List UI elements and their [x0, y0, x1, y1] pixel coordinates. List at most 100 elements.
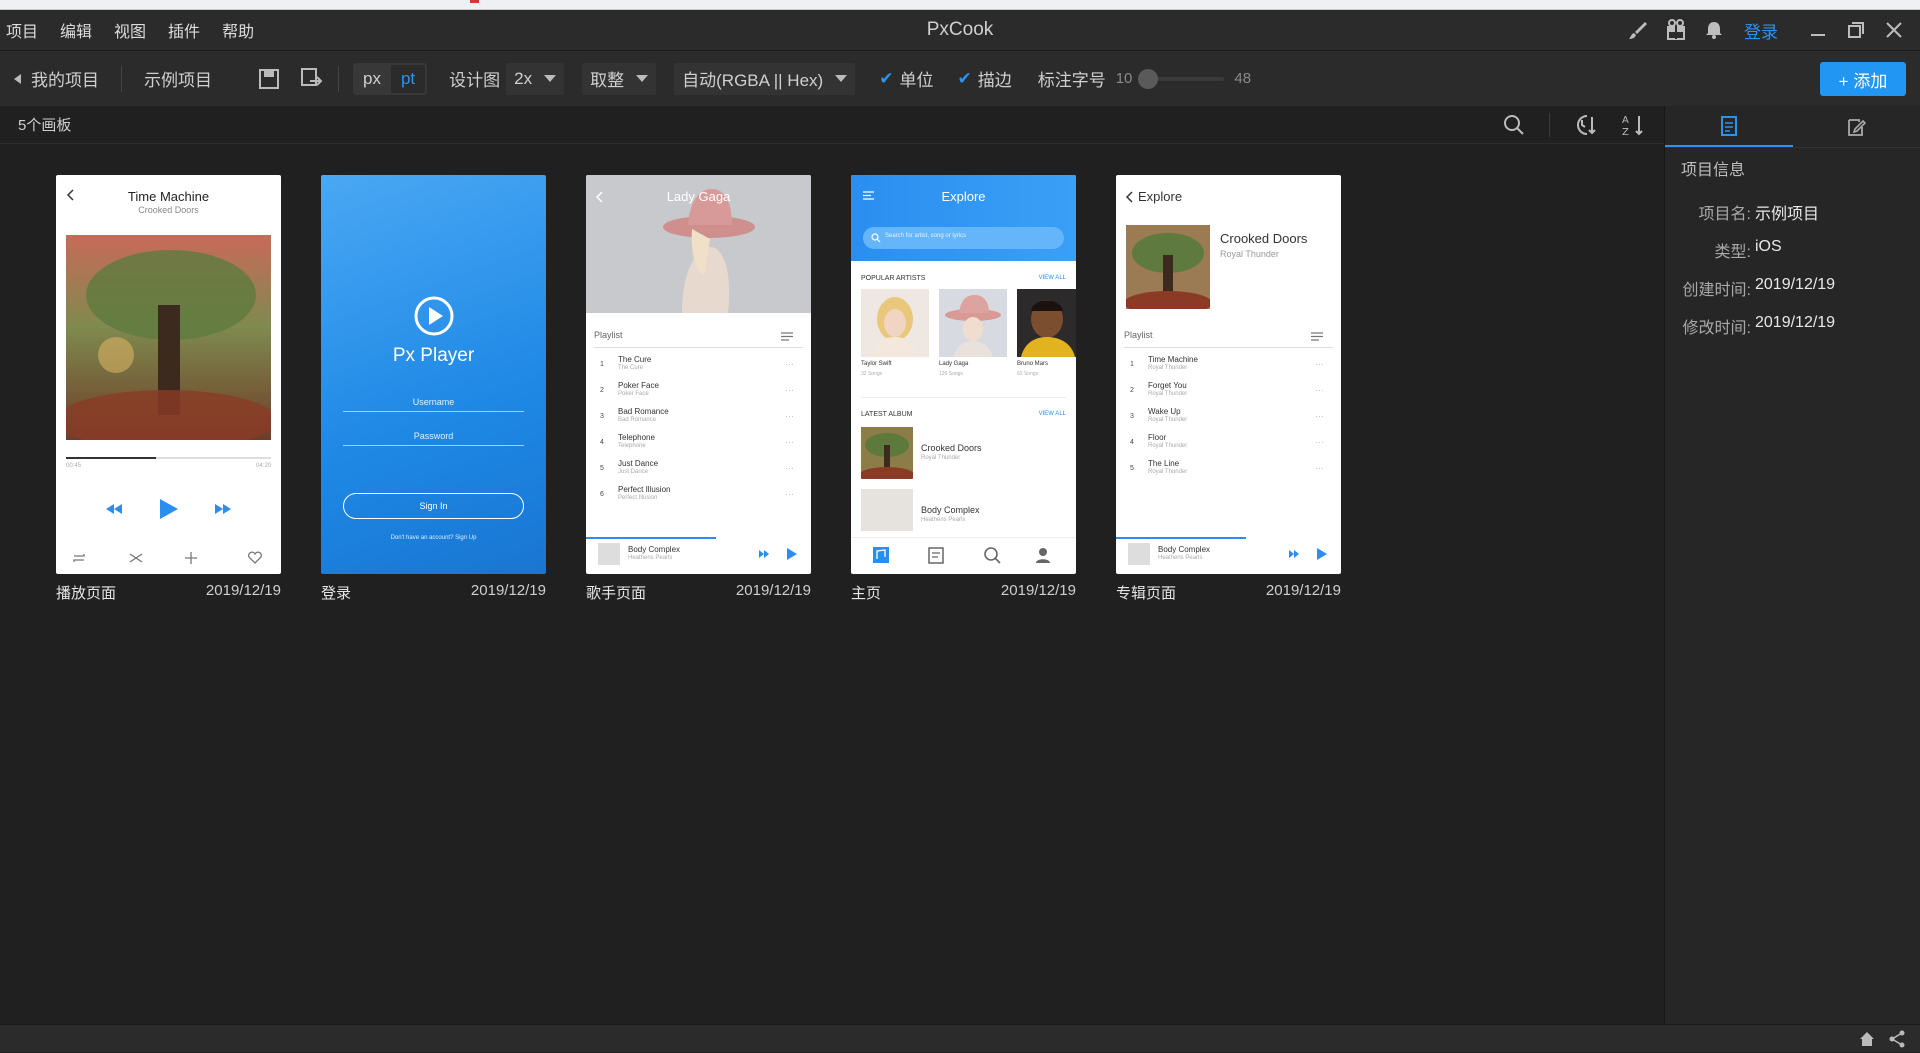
mock-search-placeholder: Search for artist, song or lyrics [885, 233, 966, 239]
slider-knob[interactable] [1138, 69, 1158, 89]
track-title: Floor [1148, 433, 1166, 442]
board-thumbnail[interactable]: Time Machine Crooked Doors 00:45 04:20 [56, 175, 281, 574]
edit-icon [1846, 117, 1866, 137]
unit-checkbox[interactable]: ✔ 单位 [879, 66, 933, 91]
back-to-projects[interactable]: 我的项目 [0, 66, 99, 91]
mock-progress [1116, 537, 1246, 539]
menu-project[interactable]: 项目 [6, 18, 38, 42]
color-format-select[interactable]: 自动(RGBA || Hex) [674, 63, 855, 95]
save-icon[interactable] [258, 68, 280, 90]
more-icon: ··· [785, 437, 794, 447]
divider [851, 537, 1076, 538]
restore-icon[interactable] [1844, 18, 1868, 42]
info-value: iOS [1755, 238, 1782, 262]
gift-icon[interactable] [1664, 18, 1688, 42]
font-min: 10 [1116, 70, 1133, 87]
divider [594, 347, 803, 348]
font-max: 48 [1234, 70, 1251, 87]
font-size-slider[interactable] [1142, 77, 1224, 81]
document-icon [1720, 116, 1738, 136]
progress-fill [66, 457, 156, 459]
board-caption: 专辑页面 2019/12/19 [1116, 582, 1341, 603]
add-button[interactable]: + 添加 [1820, 62, 1906, 96]
menu-view[interactable]: 视图 [114, 18, 146, 42]
info-key: 创建时间: [1665, 276, 1751, 300]
stroke-checkbox[interactable]: ✔ 描边 [957, 66, 1011, 91]
board-card[interactable]: Explore Search for artist, song or lyric… [851, 175, 1076, 603]
track-artist: Royal Thunder [1148, 469, 1187, 475]
mock-signin-button: Sign In [343, 493, 524, 519]
board-card[interactable]: Time Machine Crooked Doors 00:45 04:20 [56, 175, 281, 603]
board-thumbnail[interactable]: Explore Search for artist, song or lyric… [851, 175, 1076, 574]
menu-edit[interactable]: 编辑 [60, 18, 92, 42]
field-underline [343, 411, 524, 412]
board-thumbnail[interactable]: Px Player Username Password Sign In Don'… [321, 175, 546, 574]
board-area: 5个画板 AZ Time Machine Crooked Doors [0, 106, 1664, 1024]
unit-pt[interactable]: pt [391, 65, 425, 93]
minimize-icon[interactable] [1806, 18, 1830, 42]
login-link[interactable]: 登录 [1744, 18, 1778, 43]
mock-track-row: 5Just DanceJust Dance··· [594, 457, 802, 483]
board-thumbnail[interactable]: Lady Gaga Playlist 1The CureThe Cure···2… [586, 175, 811, 574]
board-date: 2019/12/19 [206, 582, 281, 603]
mock-artist-name: Bruno Mars [1017, 361, 1048, 367]
mock-album-name: Crooked Doors [921, 443, 982, 453]
elapsed-time: 00:45 [66, 463, 81, 469]
search-icon[interactable] [1501, 112, 1527, 138]
svg-text:A: A [1622, 115, 1629, 126]
track-title: Bad Romance [618, 407, 669, 416]
board-date: 2019/12/19 [736, 582, 811, 603]
info-key: 项目名: [1665, 200, 1751, 224]
divider [861, 397, 1066, 398]
progress-track[interactable] [66, 457, 271, 459]
export-icon[interactable] [300, 67, 324, 91]
track-number: 1 [600, 361, 604, 368]
right-panel: 项目信息 项目名:示例项目 类型:iOS 创建时间:2019/12/19 修改时… [1664, 106, 1920, 1024]
design-label: 设计图 [449, 66, 500, 91]
track-artist: Poker Face [618, 391, 649, 397]
share-icon[interactable] [1888, 1030, 1906, 1048]
scale-select[interactable]: 2x [506, 63, 564, 95]
search-icon [871, 233, 881, 243]
board-tools: AZ [1501, 112, 1646, 138]
menu-plugins[interactable]: 插件 [168, 18, 200, 42]
more-icon: ··· [785, 411, 794, 421]
tab-notes[interactable] [1793, 106, 1920, 147]
board-name: 专辑页面 [1116, 582, 1176, 603]
track-number: 4 [1130, 439, 1134, 446]
board-caption: 播放页面 2019/12/19 [56, 582, 281, 603]
board-list: Time Machine Crooked Doors 00:45 04:20 [56, 175, 1341, 603]
mock-artist-songs: 62 Songs [1017, 371, 1038, 377]
home-icon[interactable] [1858, 1030, 1876, 1048]
board-card[interactable]: Explore Crooked Doors Royal Thunder Play… [1116, 175, 1341, 603]
board-card[interactable]: Px Player Username Password Sign In Don'… [321, 175, 546, 603]
mock-now-artist: Heathens Pearls [628, 555, 672, 561]
mock-signin-label: Sign In [344, 501, 523, 511]
close-icon[interactable] [1882, 18, 1906, 42]
track-artist: Perfect Illusion [618, 495, 657, 501]
info-value: 2019/12/19 [1755, 314, 1835, 338]
board-card[interactable]: Lady Gaga Playlist 1The CureThe Cure···2… [586, 175, 811, 603]
board-thumbnail[interactable]: Explore Crooked Doors Royal Thunder Play… [1116, 175, 1341, 574]
info-row: 项目名:示例项目 [1665, 200, 1912, 224]
back-arrow-icon [14, 74, 21, 84]
unit-px[interactable]: px [353, 69, 391, 89]
track-number: 5 [600, 465, 604, 472]
project-name[interactable]: 示例项目 [144, 66, 212, 91]
rounding-select[interactable]: 取整 [582, 63, 656, 95]
sort-time-icon[interactable] [1572, 112, 1598, 138]
sort-alpha-icon[interactable]: AZ [1620, 112, 1646, 138]
mock-track-row: 2Poker FacePoker Face··· [594, 379, 802, 405]
album-thumb [861, 427, 913, 479]
brush-icon[interactable] [1626, 18, 1650, 42]
title-bar: 项目 编辑 视图 插件 帮助 PxCook 登录 [0, 10, 1920, 50]
tab-project-info[interactable] [1665, 106, 1793, 147]
chevron-down-icon [636, 75, 648, 82]
menu-help[interactable]: 帮助 [222, 18, 254, 42]
field-underline [343, 445, 524, 446]
info-row: 类型:iOS [1665, 238, 1912, 262]
more-icon: ··· [785, 463, 794, 473]
mock-cover-thumb [1128, 543, 1150, 565]
track-number: 4 [600, 439, 604, 446]
bell-icon[interactable] [1702, 18, 1726, 42]
